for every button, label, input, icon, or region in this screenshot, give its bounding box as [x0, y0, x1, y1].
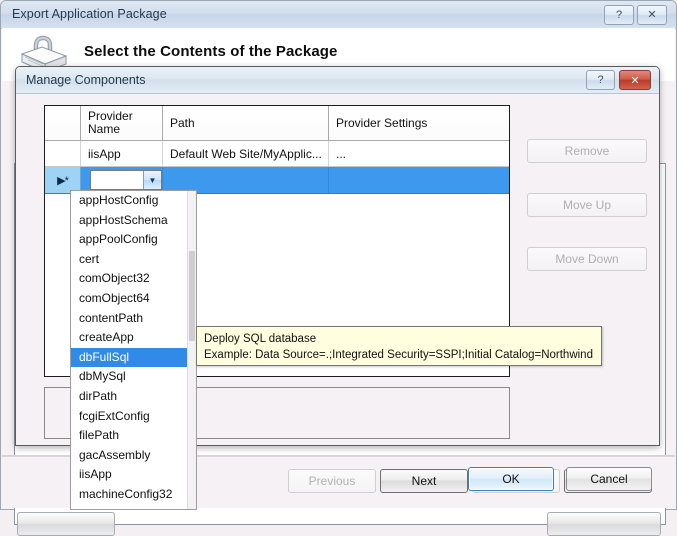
chevron-down-icon[interactable]: ▼: [143, 171, 161, 189]
provider-name-dropdown-list[interactable]: appHostConfig appHostSchema appPoolConfig c…: [70, 190, 197, 510]
modal-titlebar[interactable]: Manage Components ? ✕: [16, 67, 659, 94]
dropdown-item[interactable]: dirPath: [71, 387, 188, 407]
scrollbar-thumb[interactable]: [189, 251, 195, 341]
dropdown-item[interactable]: filePath: [71, 426, 188, 446]
background-button-left[interactable]: [17, 512, 115, 536]
dropdown-item[interactable]: createApp: [71, 328, 188, 348]
dropdown-item[interactable]: machineConfig64: [71, 505, 188, 510]
close-icon[interactable]: ✕: [619, 70, 651, 90]
dropdown-item[interactable]: gacAssembly: [71, 446, 188, 466]
grid-header-path[interactable]: Path: [163, 106, 329, 140]
provider-name-combobox[interactable]: ▼: [90, 170, 162, 190]
grid-header-provider-settings[interactable]: Provider Settings: [329, 106, 509, 140]
dropdown-item[interactable]: comObject32: [71, 269, 188, 289]
row-selector-cell[interactable]: [45, 141, 81, 166]
help-icon[interactable]: ?: [586, 70, 615, 90]
move-down-button[interactable]: Move Down: [527, 247, 647, 271]
cell-provider-settings[interactable]: ...: [329, 141, 509, 166]
grid-header-provider-name[interactable]: Provider Name: [81, 106, 163, 140]
ok-button[interactable]: OK: [468, 467, 554, 491]
cell-provider-name[interactable]: iisApp: [81, 141, 163, 166]
dropdown-item[interactable]: comObject64: [71, 289, 188, 309]
dropdown-item[interactable]: appHostConfig: [71, 191, 188, 211]
modal-title: Manage Components: [26, 73, 146, 87]
dropdown-item[interactable]: contentPath: [71, 309, 188, 329]
close-icon[interactable]: ✕: [637, 5, 667, 25]
grid-header-selector: [45, 106, 81, 140]
tooltip-line-1: Deploy SQL database: [204, 333, 317, 345]
help-icon[interactable]: ?: [604, 5, 634, 25]
dropdown-item-tooltip: Deploy SQL database Example: Data Source…: [196, 326, 602, 366]
outer-window-title: Export Application Package: [12, 7, 167, 21]
cell-provider-settings-new[interactable]: [329, 167, 509, 193]
previous-button[interactable]: Previous: [288, 469, 376, 493]
dropdown-item[interactable]: fcgiExtConfig: [71, 407, 188, 427]
dropdown-item[interactable]: machineConfig32: [71, 485, 188, 505]
dropdown-item[interactable]: appHostSchema: [71, 211, 188, 231]
dropdown-item[interactable]: cert: [71, 250, 188, 270]
next-button[interactable]: Next: [380, 469, 468, 493]
outer-window-titlebar[interactable]: Export Application Package ? ✕: [1, 1, 676, 29]
dropdown-item[interactable]: appPoolConfig: [71, 230, 188, 250]
dropdown-item[interactable]: dbFullSql: [71, 347, 188, 368]
move-up-button[interactable]: Move Up: [527, 193, 647, 217]
table-row[interactable]: iisApp Default Web Site/MyApplic... ...: [45, 141, 509, 167]
background-button-right[interactable]: [547, 512, 661, 536]
dropdown-items[interactable]: appHostConfig appHostSchema appPoolConfig c…: [71, 191, 188, 510]
page-title: Select the Contents of the Package: [84, 43, 338, 60]
remove-button[interactable]: Remove: [527, 139, 647, 163]
dropdown-item[interactable]: iisApp: [71, 465, 188, 485]
cell-path[interactable]: Default Web Site/MyApplic...: [163, 141, 329, 166]
modal-cancel-button[interactable]: Cancel: [566, 467, 652, 491]
grid-header-row: Provider Name Path Provider Settings: [45, 106, 509, 141]
dropdown-scrollbar[interactable]: [187, 191, 196, 509]
tooltip-line-2: Example: Data Source=.;Integrated Securi…: [204, 349, 593, 361]
dropdown-item[interactable]: dbMySql: [71, 367, 188, 387]
